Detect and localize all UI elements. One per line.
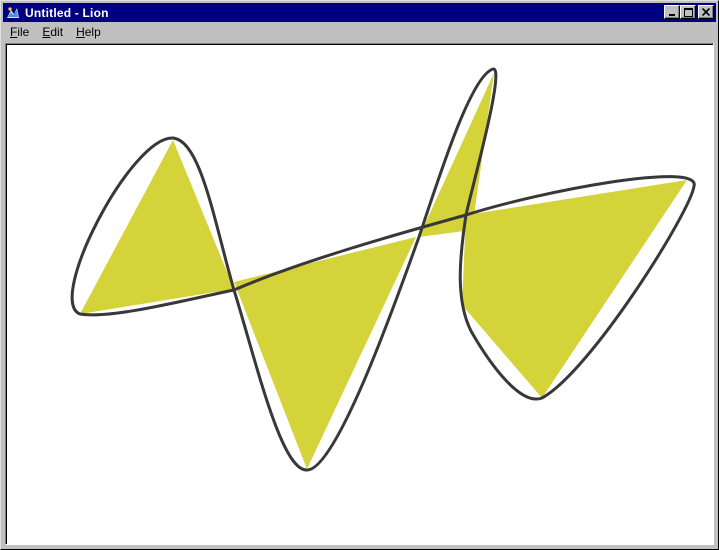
lion-app-icon[interactable] — [5, 4, 21, 21]
drawing-canvas-area[interactable] — [5, 43, 714, 545]
menu-help-label: elp — [84, 25, 101, 39]
menu-edit[interactable]: Edit — [36, 24, 69, 41]
window-controls — [664, 5, 714, 19]
menu-file-label: ile — [17, 25, 30, 39]
minimize-button[interactable] — [664, 5, 680, 19]
drawing-canvas[interactable] — [5, 43, 714, 545]
menu-help-mnemonic: H — [76, 25, 85, 39]
filled-triangle-1[interactable] — [80, 140, 234, 314]
menu-edit-label: dit — [50, 25, 64, 39]
maximize-button[interactable] — [680, 5, 696, 19]
application-window: Untitled - Lion File Edit Help — [0, 0, 719, 550]
menu-help[interactable]: Help — [70, 24, 107, 41]
window-title: Untitled - Lion — [25, 5, 109, 20]
filled-triangle-2[interactable] — [234, 237, 416, 469]
maximize-icon — [683, 7, 693, 17]
close-icon — [702, 8, 710, 16]
close-button[interactable] — [698, 5, 714, 19]
title-bar[interactable]: Untitled - Lion — [3, 3, 716, 22]
menu-bar: File Edit Help — [3, 23, 716, 42]
filled-polygon-4[interactable] — [462, 180, 687, 398]
menu-file[interactable]: File — [4, 24, 35, 41]
minimize-icon — [669, 14, 675, 16]
